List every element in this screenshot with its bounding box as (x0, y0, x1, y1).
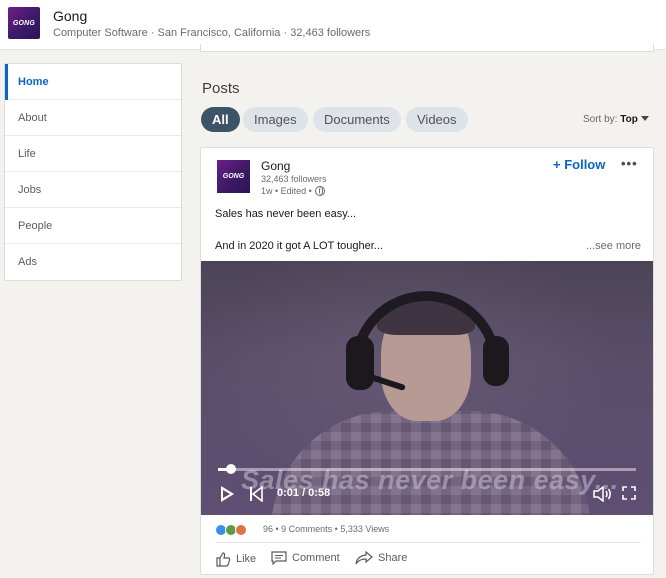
volume-icon[interactable] (593, 486, 613, 502)
company-logo[interactable]: GONG (8, 7, 40, 39)
post-author-logo[interactable]: GONG (217, 160, 250, 193)
company-logo-text: GONG (12, 19, 36, 27)
love-reaction-icon (235, 524, 247, 536)
video-player[interactable]: Sales has never been easy... 0:01 / 0:58 (201, 261, 653, 515)
like-label: Like (236, 553, 257, 565)
sort-label: Sort by: (583, 114, 618, 125)
post-author-followers: 32,463 followers (261, 174, 327, 184)
post-card: GONG Gong 32,463 followers 1w • Edited •… (200, 147, 654, 575)
filter-images[interactable]: Images (243, 107, 308, 132)
post-logo-text: GONG (222, 173, 245, 180)
posts-heading: Posts (202, 80, 240, 97)
more-options-icon[interactable]: ••• (621, 156, 638, 171)
headset-earcup-right (483, 336, 509, 386)
comment-button[interactable]: Comment (271, 551, 340, 565)
post-text-line2: And in 2020 it got A LOT tougher... (215, 240, 383, 252)
globe-icon (314, 186, 325, 196)
like-button[interactable]: Like (215, 551, 256, 567)
filter-documents[interactable]: Documents (313, 107, 401, 132)
see-more-link[interactable]: ...see more (586, 240, 641, 252)
post-timestamp: 1w • Edited • (261, 186, 325, 196)
company-header: GONG Gong Computer Software · San Franci… (0, 0, 666, 50)
comment-icon (271, 551, 287, 565)
play-icon-inner (223, 490, 230, 498)
caret-down-icon (640, 116, 649, 121)
follow-button[interactable]: + Follow (553, 157, 605, 172)
share-icon (355, 551, 373, 565)
sort-value: Top (620, 114, 638, 125)
nav-item-people[interactable]: People (5, 208, 181, 244)
nav-item-life[interactable]: Life (5, 136, 181, 172)
video-progress-bar[interactable] (218, 468, 636, 471)
sort-control[interactable]: Sort by: Top (583, 114, 649, 125)
nav-item-ads[interactable]: Ads (5, 244, 181, 280)
social-counts[interactable]: 96 • 9 Comments • 5,333 Views (263, 524, 389, 534)
company-name[interactable]: Gong (53, 8, 87, 24)
nav-item-about[interactable]: About (5, 100, 181, 136)
nav-item-home[interactable]: Home (5, 64, 181, 100)
post-text-line1: Sales has never been easy... (215, 208, 357, 220)
fullscreen-icon[interactable] (622, 486, 636, 500)
skip-back-icon[interactable] (249, 486, 263, 502)
comment-label: Comment (292, 552, 340, 564)
filter-videos[interactable]: Videos (406, 107, 468, 132)
share-label: Share (378, 552, 408, 564)
post-time-text: 1w • Edited • (261, 186, 312, 196)
top-card-fragment (200, 44, 654, 52)
video-progress-handle[interactable] (226, 464, 236, 474)
headset-earcup-left (346, 336, 374, 390)
company-nav: Home About Life Jobs People Ads (4, 63, 182, 281)
company-meta: Computer Software · San Francisco, Calif… (53, 27, 371, 39)
filter-all[interactable]: All (201, 107, 240, 132)
nav-item-jobs[interactable]: Jobs (5, 172, 181, 208)
video-timecode: 0:01 / 0:58 (277, 487, 331, 499)
reaction-icons[interactable] (215, 524, 247, 536)
thumbs-up-icon (216, 552, 231, 567)
post-author-name[interactable]: Gong (261, 159, 290, 173)
share-button[interactable]: Share (355, 551, 407, 565)
post-divider (215, 542, 641, 543)
